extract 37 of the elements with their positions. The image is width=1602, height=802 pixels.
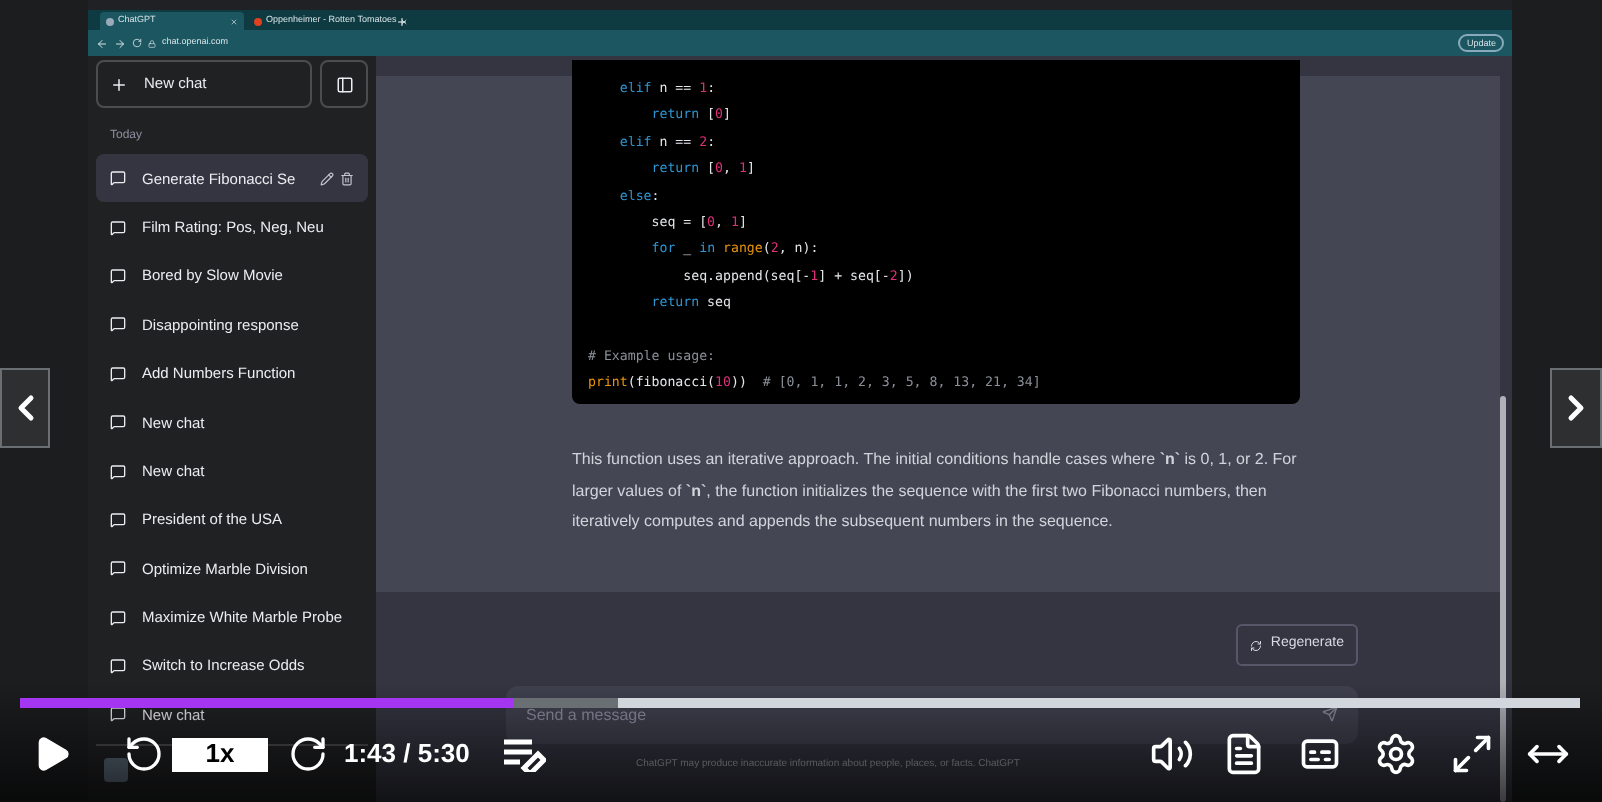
volume-icon[interactable] — [1150, 732, 1194, 776]
reload-icon[interactable] — [132, 38, 142, 48]
rewind-icon[interactable] — [124, 734, 164, 774]
chat-icon — [110, 365, 126, 382]
panel-icon — [335, 75, 353, 93]
trash-icon[interactable] — [340, 171, 354, 186]
chat-icon — [110, 219, 126, 236]
progress-track[interactable] — [20, 698, 1580, 708]
sidebar-toggle-button[interactable] — [320, 60, 368, 108]
new-tab-icon[interactable] — [396, 16, 408, 28]
chat-icon — [110, 170, 126, 187]
lock-icon — [148, 39, 156, 47]
chat-icon — [110, 414, 126, 431]
notes-icon[interactable] — [501, 736, 546, 772]
chat-icon — [110, 511, 126, 528]
previous-button[interactable] — [0, 367, 50, 447]
refresh-icon — [1250, 639, 1263, 651]
back-icon[interactable] — [96, 37, 108, 49]
chat-icon — [110, 316, 126, 333]
avatar — [104, 757, 128, 782]
chat-icon — [110, 609, 126, 626]
settings-icon[interactable] — [1374, 732, 1418, 776]
chat-icon — [110, 706, 126, 723]
explanation-paragraph: This function uses an iterative approach. The initial conditions handle cases where `n` is 0, 1, or 2. For larger values of `n`, the function initializes the sequence with the first two Fibonacci numbers, then iteratively computes and appends the subsequent numbers in the sequence. — [572, 448, 1299, 534]
chat-icon — [110, 658, 126, 675]
chat-icon — [110, 267, 126, 284]
document-icon[interactable] — [1222, 732, 1266, 776]
chat-icon — [110, 463, 126, 480]
scrollbar-thumb[interactable] — [1500, 396, 1506, 802]
forward-icon[interactable] — [288, 734, 328, 774]
plus-icon — [110, 75, 128, 93]
next-button[interactable] — [1550, 367, 1602, 447]
expand-icon[interactable] — [1450, 732, 1494, 776]
edit-icon[interactable] — [320, 171, 334, 186]
time-display: 1:43 / 5:30 — [344, 736, 470, 773]
chat-icon — [110, 560, 126, 577]
speed-button[interactable]: 1x — [172, 737, 268, 771]
